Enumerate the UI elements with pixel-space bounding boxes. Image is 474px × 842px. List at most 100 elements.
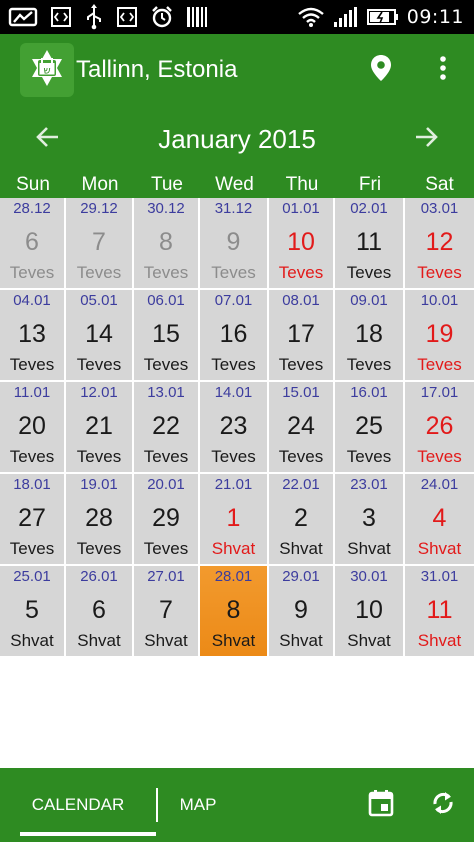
- day-cell[interactable]: 18.01 27 Teves: [0, 474, 66, 566]
- gregorian-date: 07.01: [214, 292, 253, 309]
- hebrew-day: 15: [152, 320, 180, 348]
- weekday-label: Mon: [81, 174, 119, 195]
- hebrew-day: 21: [85, 412, 113, 440]
- hebrew-month: Teves: [143, 355, 189, 374]
- month-navigation: January 2015: [0, 106, 474, 172]
- day-cell[interactable]: 01.01 10 Teves: [269, 198, 335, 290]
- day-cell[interactable]: 05.01 14 Teves: [66, 290, 134, 382]
- day-cell[interactable]: 23.01 3 Shvat: [335, 474, 405, 566]
- day-cell[interactable]: 19.01 28 Teves: [66, 474, 134, 566]
- sync-button[interactable]: [412, 769, 474, 841]
- day-cell[interactable]: 06.01 15 Teves: [134, 290, 200, 382]
- location-pin-icon: [370, 54, 392, 86]
- hebrew-month: Teves: [143, 447, 189, 466]
- day-cell[interactable]: 28.01 8 Shvat: [200, 566, 269, 658]
- barcode-icon: [186, 5, 208, 29]
- day-cell[interactable]: 25.01 5 Shvat: [0, 566, 66, 658]
- tab-map[interactable]: MAP: [158, 768, 238, 842]
- hebrew-day: 22: [152, 412, 180, 440]
- day-cell[interactable]: 10.01 19 Teves: [405, 290, 474, 382]
- day-cell[interactable]: 22.01 2 Shvat: [269, 474, 335, 566]
- tab-calendar[interactable]: CALENDAR: [0, 768, 156, 842]
- weekday-label: Tue: [150, 174, 184, 195]
- day-cell[interactable]: 27.01 7 Shvat: [134, 566, 200, 658]
- gregorian-date: 03.01: [420, 200, 459, 217]
- calendar-today-icon: [368, 789, 394, 821]
- weekday-label: Wed: [215, 174, 254, 195]
- hebrew-month: Teves: [417, 263, 462, 282]
- gregorian-date: 19.01: [80, 476, 118, 493]
- day-cell[interactable]: 13.01 22 Teves: [134, 382, 200, 474]
- overflow-menu-button[interactable]: [412, 34, 474, 106]
- day-cell[interactable]: 21.01 1 Shvat: [200, 474, 269, 566]
- gregorian-date: 18.01: [13, 476, 51, 493]
- next-month-button[interactable]: [402, 115, 450, 163]
- gregorian-date: 27.01: [147, 568, 185, 585]
- month-title: January 2015: [158, 123, 316, 154]
- gregorian-date: 11.01: [13, 384, 51, 401]
- day-cell[interactable]: 29.12 7 Teves: [66, 198, 134, 290]
- day-cell[interactable]: 31.12 9 Teves: [200, 198, 269, 290]
- hebrew-day: 23: [219, 412, 248, 440]
- arrow-right-icon: [414, 126, 438, 152]
- hebrew-day: 11: [356, 228, 382, 256]
- day-cell[interactable]: 07.01 16 Teves: [200, 290, 269, 382]
- gregorian-date: 20.01: [147, 476, 185, 493]
- hebrew-day: 24: [287, 412, 315, 440]
- day-cell[interactable]: 24.01 4 Shvat: [405, 474, 474, 566]
- day-cell[interactable]: 26.01 6 Shvat: [66, 566, 134, 658]
- day-cell[interactable]: 30.12 8 Teves: [134, 198, 200, 290]
- day-cell[interactable]: 14.01 23 Teves: [200, 382, 269, 474]
- hebrew-day: 27: [18, 504, 46, 532]
- day-cell[interactable]: 08.01 17 Teves: [269, 290, 335, 382]
- day-cell[interactable]: 04.01 13 Teves: [0, 290, 66, 382]
- hebrew-month: Teves: [278, 263, 324, 282]
- gregorian-date: 17.01: [420, 384, 459, 401]
- weekday-label: Sun: [16, 174, 50, 195]
- hebrew-day: 8: [159, 228, 173, 256]
- notification-icons: [0, 4, 208, 30]
- day-cell[interactable]: 11.01 20 Teves: [0, 382, 66, 474]
- day-cell[interactable]: 09.01 18 Teves: [335, 290, 405, 382]
- gregorian-date: 22.01: [282, 476, 320, 493]
- arrow-left-icon: [36, 126, 60, 152]
- today-button[interactable]: [350, 769, 412, 841]
- hebrew-day: 16: [219, 320, 248, 348]
- day-cell[interactable]: 12.01 21 Teves: [66, 382, 134, 474]
- day-cell[interactable]: 29.01 9 Shvat: [269, 566, 335, 658]
- signal-icon: [333, 6, 359, 28]
- hebrew-day: 10: [287, 228, 315, 256]
- day-cell[interactable]: 03.01 12 Teves: [405, 198, 474, 290]
- day-cell[interactable]: 16.01 25 Teves: [335, 382, 405, 474]
- system-icons: 09:11: [297, 6, 474, 28]
- day-cell[interactable]: 30.01 10 Shvat: [335, 566, 405, 658]
- day-cell[interactable]: 15.01 24 Teves: [269, 382, 335, 474]
- gregorian-date: 13.01: [147, 384, 185, 401]
- day-cell[interactable]: 02.01 11 Teves: [335, 198, 405, 290]
- gregorian-date: 28.12: [13, 200, 51, 217]
- hebrew-day: 4: [432, 504, 447, 532]
- alarm-icon: [150, 5, 174, 29]
- bottom-bar: CALENDAR MAP: [0, 768, 474, 842]
- hebrew-month: Shvat: [279, 631, 323, 650]
- location-button[interactable]: [350, 34, 412, 106]
- hebrew-day: 12: [425, 228, 454, 256]
- hebrew-month: Teves: [9, 447, 55, 466]
- prev-month-button[interactable]: [24, 115, 72, 163]
- hebrew-month: Teves: [211, 447, 256, 466]
- hebrew-day: 20: [18, 412, 46, 440]
- weekday-label: Sat: [425, 174, 454, 195]
- day-cell[interactable]: 31.01 11 Shvat: [405, 566, 474, 658]
- gregorian-date: 30.01: [350, 568, 388, 585]
- hebrew-month: Teves: [211, 355, 256, 374]
- hebrew-month: Teves: [417, 447, 462, 466]
- day-cell[interactable]: 28.12 6 Teves: [0, 198, 66, 290]
- gregorian-date: 05.01: [80, 292, 118, 309]
- gregorian-date: 08.01: [282, 292, 320, 309]
- wifi-icon: [297, 6, 325, 28]
- day-cell[interactable]: 17.01 26 Teves: [405, 382, 474, 474]
- gregorian-date: 15.01: [282, 384, 320, 401]
- hebrew-month: Teves: [346, 355, 392, 374]
- day-cell[interactable]: 20.01 29 Teves: [134, 474, 200, 566]
- hebrew-month: Teves: [76, 447, 122, 466]
